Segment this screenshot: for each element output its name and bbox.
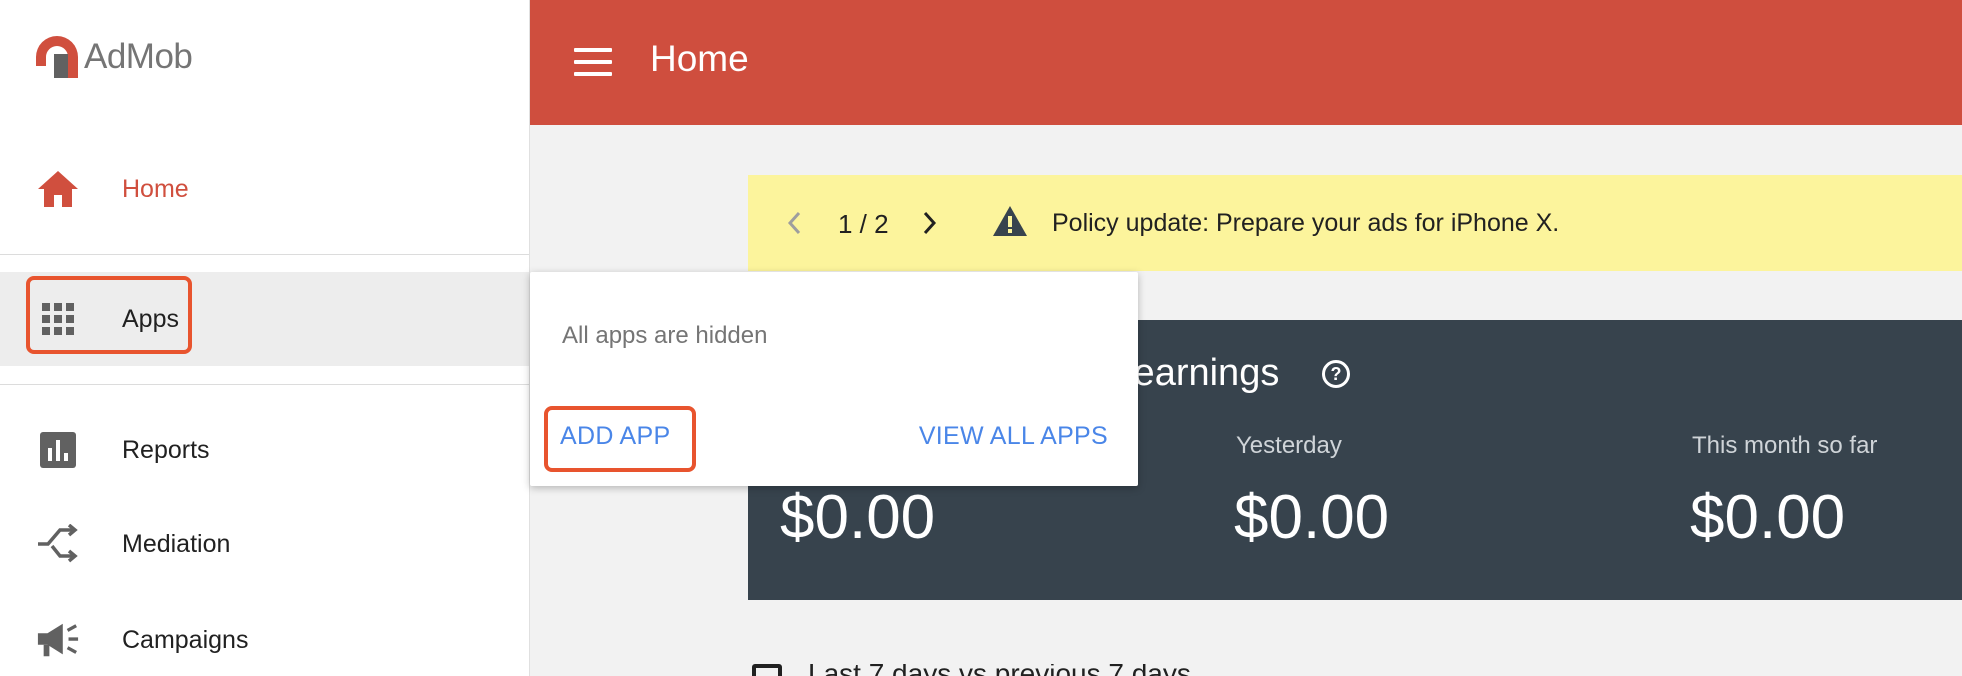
sidebar-item-home[interactable]: Home [0, 160, 529, 218]
logo-text: AdMob [84, 37, 193, 76]
top-app-bar: Home [530, 0, 1962, 125]
banner-message: Policy update: Prepare your ads for iPho… [1052, 209, 1560, 237]
calendar-icon [752, 664, 782, 676]
sidebar-item-label: Mediation [122, 529, 231, 558]
apps-popup: All apps are hidden ADD APP VIEW ALL APP… [530, 272, 1138, 486]
chevron-left-icon[interactable] [784, 207, 804, 239]
add-app-button[interactable]: ADD APP [560, 422, 670, 451]
sidebar-item-label: Reports [122, 435, 210, 464]
sidebar-item-campaigns[interactable]: Campaigns [0, 610, 529, 670]
view-all-apps-button[interactable]: VIEW ALL APPS [919, 422, 1108, 451]
sidebar-item-mediation[interactable]: Mediation [0, 514, 529, 574]
hamburger-menu-icon[interactable] [574, 48, 612, 76]
bar-chart-icon [36, 428, 80, 472]
warning-icon [993, 206, 1027, 236]
sidebar-item-label: Home [122, 174, 189, 203]
sidebar-divider [0, 384, 529, 385]
metric-label-month: This month so far [1692, 432, 1878, 459]
sidebar: AdMob Home Apps Reports Mediation Campai… [0, 0, 530, 676]
admob-logo-icon [36, 36, 78, 78]
date-range-row[interactable]: Last 7 days vs previous 7 days [752, 664, 1352, 676]
metric-value-today: $0.00 [780, 483, 936, 552]
page-title: Home [650, 38, 749, 79]
metric-label-yesterday: Yesterday [1236, 432, 1342, 459]
sidebar-divider [0, 254, 529, 255]
admob-logo[interactable]: AdMob [34, 34, 193, 80]
sidebar-item-reports[interactable]: Reports [0, 420, 529, 480]
chevron-right-icon[interactable] [920, 207, 940, 239]
metric-value-month: $0.00 [1690, 483, 1846, 552]
sidebar-item-label: Campaigns [122, 625, 249, 654]
help-icon[interactable]: ? [1322, 360, 1350, 388]
home-icon [36, 167, 80, 211]
policy-banner: 1 / 2 Policy update: Prepare your ads fo… [748, 175, 1962, 271]
metric-value-yesterday: $0.00 [1234, 483, 1390, 552]
banner-page-counter: 1 / 2 [838, 209, 889, 239]
popup-message: All apps are hidden [562, 322, 768, 349]
apps-highlight-box [26, 276, 192, 354]
megaphone-icon [36, 618, 80, 662]
date-range-text: Last 7 days vs previous 7 days [808, 664, 1191, 676]
mediation-icon [36, 522, 80, 566]
